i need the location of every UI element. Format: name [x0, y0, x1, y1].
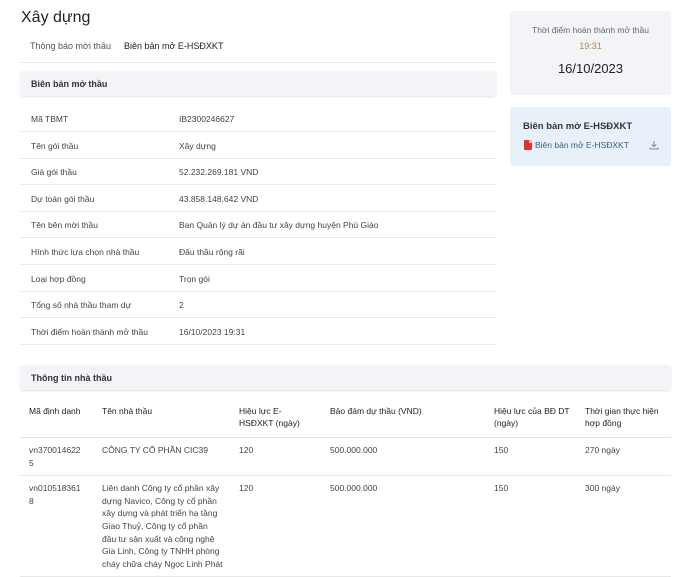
- info-row: Giá gói thầu 52.232.269.181 VND: [20, 158, 496, 186]
- info-row-label: Mã TBMT: [31, 114, 69, 124]
- info-row-value: 52.232.269.181 VND: [179, 167, 259, 178]
- bidder-validity: 120: [230, 475, 321, 577]
- info-row-label: Tên gói thầu: [31, 140, 79, 151]
- bidder-bond: 500.000.000: [321, 437, 485, 477]
- bidder-validity: 120: [230, 437, 321, 477]
- bidder-id: vn370014622 5: [20, 437, 93, 477]
- info-row-value: 2: [179, 300, 184, 311]
- bidder-duration: 300 ngày: [576, 475, 671, 577]
- tab-bar: Thông báo mời thầu Biên bản mở E-HSĐXKT: [20, 34, 496, 63]
- col-bond: Bảo đảm dự thầu (VND): [321, 397, 485, 438]
- info-row-label: Dự toán gói thầu: [31, 193, 95, 204]
- info-row-label: Hình thức lựa chọn nhà thầu: [31, 247, 140, 257]
- bidders-header-row: Mã định danh Tên nhà thầu Hiệu lực E-HSĐ…: [20, 397, 671, 438]
- bidder-name: Liên danh Công ty cổ phần xây dựng Navic…: [93, 475, 230, 577]
- completion-time-card: Thời điểm hoàn thành mở thầu 19:31 16/10…: [510, 11, 671, 95]
- info-row-value: IB2300246627: [179, 114, 235, 124]
- opening-minutes-header: Biên bản mở thầu: [20, 71, 496, 96]
- info-row: Loại hợp đồng Trọn gói: [20, 265, 496, 292]
- col-duration: Thời gian thực hiện hợp đồng: [576, 397, 671, 438]
- col-bond-validity: Hiệu lực của BĐ DT (ngày): [485, 397, 576, 438]
- info-row: Mã TBMT IB2300246627: [20, 105, 496, 132]
- bidder-bond: 500.000.000: [321, 475, 485, 577]
- info-row-label: Loại hợp đồng: [31, 273, 86, 284]
- info-row-value: 16/10/2023 19:31: [179, 326, 246, 337]
- bidder-id: vn010518361 8: [20, 475, 93, 577]
- bidder-duration: 270 ngày: [576, 437, 671, 477]
- document-card: Biên bản mở E-HSĐXKT Biên bản mở E-HSĐXK…: [510, 107, 671, 166]
- info-row: Tên gói thầu Xây dựng: [20, 132, 496, 159]
- col-validity: Hiệu lực E-HSĐXKT (ngày): [230, 397, 321, 438]
- document-link-label[interactable]: Biên bản mở E-HSĐXKT: [535, 140, 629, 150]
- completion-time-label: Thời điểm hoàn thành mở thầu: [532, 25, 649, 35]
- info-row-value: Trọn gói: [179, 273, 210, 284]
- info-row: Dự toán gói thầu 43.858.148.642 VND: [20, 185, 496, 212]
- document-link[interactable]: Biên bản mở E-HSĐXKT: [524, 140, 629, 150]
- info-row: Hình thức lựa chọn nhà thầu Đấu thầu rộng…: [20, 238, 496, 265]
- info-row: Tổng số nhà thầu tham dự 2: [20, 291, 496, 319]
- table-row: vn370014622 5 CÔNG TY CỔ PHẦN CIC39 120 500…: [20, 437, 671, 477]
- bidders-table: Mã định danh Tên nhà thầu Hiệu lực E-HSĐ…: [20, 397, 671, 577]
- completion-time-date: 16/10/2023: [557, 61, 624, 76]
- info-row: Tên bên mời thầu Ban Quản lý dự án đầu tư…: [20, 211, 496, 239]
- table-row: vn010518361 8 Liên danh Công ty cổ phần x…: [20, 475, 671, 577]
- info-row-value: Xây dựng: [179, 140, 216, 151]
- bidder-name: CÔNG TY CỔ PHẦN CIC39: [93, 437, 230, 477]
- info-row-value: Ban Quản lý dự án đầu tư xây dựng huyện …: [179, 220, 379, 231]
- info-row-label: Tổng số nhà thầu tham dự: [31, 300, 132, 311]
- pdf-icon: [524, 140, 532, 150]
- bidder-bond-validity: 150: [485, 475, 576, 577]
- info-row-value: 43.858.148.642 VND: [179, 193, 259, 204]
- col-name: Tên nhà thầu: [93, 397, 230, 438]
- download-icon[interactable]: [649, 140, 659, 150]
- bidder-bond-validity: 150: [485, 437, 576, 477]
- col-id: Mã định danh: [20, 397, 93, 438]
- info-row-value: Đấu thầu rộng rãi: [179, 247, 245, 257]
- tab-tender-notice[interactable]: Thông báo mời thầu: [30, 41, 111, 51]
- info-row-label: Giá gói thầu: [31, 167, 77, 178]
- info-row-label: Thời điểm hoàn thành mở thầu: [31, 326, 148, 337]
- info-row: Thời điểm hoàn thành mở thầu 16/10/2023 1…: [20, 318, 496, 345]
- page-title: Xây dựng: [21, 9, 91, 26]
- bidders-header: Thông tin nhà thầu: [20, 365, 671, 390]
- document-card-title: Biên bản mở E-HSĐXKT: [523, 121, 633, 132]
- tab-opening-minutes[interactable]: Biên bản mở E-HSĐXKT: [124, 41, 223, 51]
- completion-time-hour: 19:31: [579, 41, 602, 51]
- info-row-label: Tên bên mời thầu: [31, 220, 98, 231]
